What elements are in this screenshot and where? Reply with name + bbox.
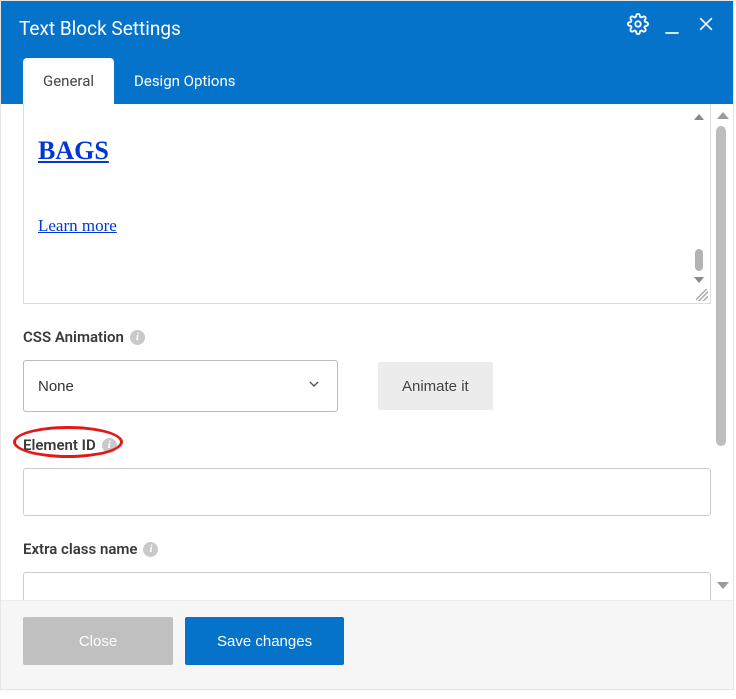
info-icon[interactable]: i <box>143 542 158 557</box>
minimize-icon[interactable] <box>661 17 683 39</box>
element-id-field: Element ID i <box>23 436 711 516</box>
scroll-down-icon[interactable] <box>717 582 729 589</box>
text-block-settings-dialog: Text Block Settings General Design Optio… <box>0 0 734 690</box>
tab-general[interactable]: General <box>23 58 114 104</box>
resize-handle-icon[interactable] <box>696 289 708 301</box>
extra-class-field: Extra class name i <box>23 540 711 600</box>
close-icon[interactable] <box>695 13 717 35</box>
header-actions <box>627 13 717 35</box>
scroll-thumb[interactable] <box>716 126 726 446</box>
scroll-thumb[interactable] <box>695 249 703 271</box>
scroll-up-icon[interactable] <box>694 114 704 120</box>
dialog-title: Text Block Settings <box>19 13 715 40</box>
info-icon[interactable]: i <box>102 438 117 453</box>
tab-design-options[interactable]: Design Options <box>114 58 256 104</box>
gear-icon[interactable] <box>627 13 649 35</box>
close-button[interactable]: Close <box>23 617 173 665</box>
editor-heading-link[interactable]: BAGS <box>38 136 109 166</box>
css-animation-row: None Animate it <box>23 360 711 412</box>
scroll-down-icon[interactable] <box>694 277 704 283</box>
editor-scrollbar[interactable] <box>694 114 704 283</box>
css-animation-select-wrap: None <box>23 360 338 412</box>
animate-it-button[interactable]: Animate it <box>378 362 493 410</box>
tabs: General Design Options <box>23 58 256 104</box>
info-icon[interactable]: i <box>130 330 145 345</box>
css-animation-select[interactable]: None <box>23 360 338 412</box>
dialog-footer: Close Save changes <box>1 600 733 689</box>
editor-learn-more-link[interactable]: Learn more <box>38 216 117 236</box>
element-id-label: Element ID i <box>23 436 711 454</box>
extra-class-input[interactable] <box>23 572 711 600</box>
css-animation-label: CSS Animation i <box>23 328 711 346</box>
save-changes-button[interactable]: Save changes <box>185 617 344 665</box>
extra-class-label: Extra class name i <box>23 540 711 558</box>
scroll-up-icon[interactable] <box>717 112 729 119</box>
element-id-label-text: Element ID <box>23 436 96 454</box>
text-editor[interactable]: BAGS Learn more <box>23 104 711 304</box>
element-id-input[interactable] <box>23 468 711 516</box>
editor-content[interactable]: BAGS Learn more <box>38 118 690 278</box>
css-animation-label-text: CSS Animation <box>23 328 124 346</box>
dialog-body: BAGS Learn more CSS Animation i None <box>1 104 733 600</box>
dialog-header: Text Block Settings General Design Optio… <box>1 1 733 104</box>
panel-scrollbar[interactable] <box>714 112 732 589</box>
extra-class-label-text: Extra class name <box>23 540 137 558</box>
